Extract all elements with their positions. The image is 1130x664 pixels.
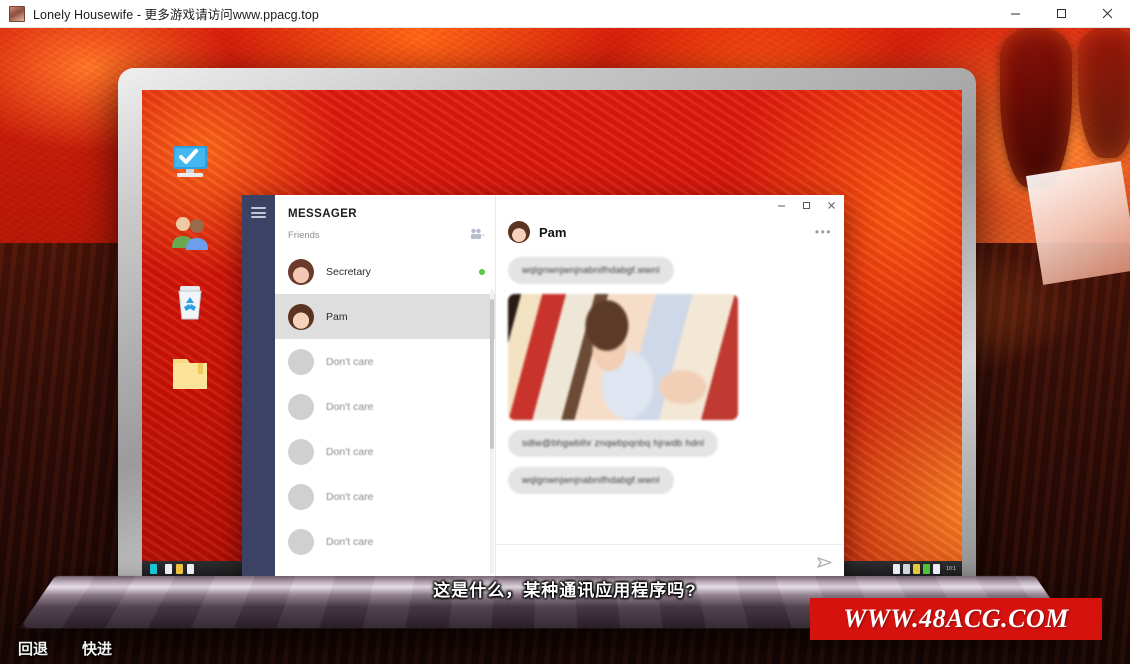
playback-controls: 回退 快进 (18, 638, 112, 659)
contacts-icon[interactable] (168, 210, 212, 254)
app-icon-3[interactable] (187, 564, 194, 574)
friends-label: Friends (288, 230, 320, 241)
watermark-text: WWW.48ACG.COM (843, 604, 1069, 633)
taskbar-clock: 10:1 (946, 566, 956, 572)
avatar (288, 348, 314, 375)
online-status-dot (479, 268, 485, 275)
contact-row-pam[interactable]: Pam (275, 294, 495, 339)
messenger-chat-panel: Pam ••• wqlgnwnjwnjnabnifhdabgf.wwnl sdl… (496, 195, 844, 576)
decor-hanging-b (1078, 28, 1130, 158)
messenger-close-button[interactable] (819, 195, 844, 215)
app-icon-2[interactable] (176, 564, 183, 574)
more-options-icon[interactable]: ••• (815, 225, 832, 239)
contact-name: Don't care (326, 535, 374, 548)
messenger-minimize-button[interactable] (769, 195, 794, 215)
messenger-brand-title: MESSAGER (288, 208, 358, 220)
messenger-nav-rail (242, 195, 275, 576)
add-friends-icon[interactable] (470, 228, 485, 243)
contact-row-placeholder[interactable]: Don't care (275, 429, 495, 474)
contact-name: Don't care (326, 355, 374, 368)
message-row: wqlgnwnjwnjnabnifhdabgf.wwnl (508, 257, 832, 294)
contact-row-placeholder[interactable]: Don't care (275, 339, 495, 384)
contact-name: Pam (326, 310, 348, 323)
contact-row-secretary[interactable]: Secretary (275, 249, 495, 294)
message-row: sdlw@bhgwblhr znqwbpqnbq hjrwdb hdnl (508, 430, 832, 467)
maximize-button[interactable] (1038, 0, 1084, 28)
taskbar-left-icons (142, 564, 194, 574)
contact-name: Don't care (326, 445, 374, 458)
tray-icon-4[interactable] (923, 564, 931, 574)
contact-name: Don't care (326, 490, 374, 503)
tray-icon-3[interactable] (913, 564, 921, 574)
message-bubble: wqlgnwnjwnjnabnifhdabgf.wwnl (508, 467, 674, 494)
window-controls (992, 0, 1130, 28)
avatar (288, 258, 314, 285)
decor-hanging-a (1000, 28, 1072, 188)
decor-panel (1025, 161, 1130, 285)
app-icon-1[interactable] (165, 564, 172, 574)
laptop-lid: MESSAGER Friends Secretary Pam Don't car… (118, 68, 976, 588)
rewind-button[interactable]: 回退 (18, 638, 48, 659)
contact-list[interactable]: Secretary Pam Don't care Don't care Don'… (275, 249, 495, 576)
chat-input-bar (496, 544, 844, 576)
close-button[interactable] (1084, 0, 1130, 28)
window-title: Lonely Housewife - 更多游戏请访问www.ppacg.top (33, 8, 319, 22)
tray-icon-2[interactable] (903, 564, 911, 574)
folder-icon[interactable] (168, 350, 212, 394)
avatar (288, 483, 314, 510)
avatar (288, 393, 314, 420)
laptop-screen: MESSAGER Friends Secretary Pam Don't car… (142, 90, 962, 576)
avatar (508, 221, 530, 243)
message-image-attachment[interactable] (508, 294, 738, 420)
avatar (288, 528, 314, 555)
game-scene: MESSAGER Friends Secretary Pam Don't car… (0, 28, 1130, 664)
hamburger-icon[interactable] (251, 207, 266, 218)
messenger-maximize-button[interactable] (794, 195, 819, 215)
taskbar-tray: 10:1 (893, 564, 962, 574)
avatar (288, 438, 314, 465)
chat-contact-name: Pam (539, 224, 567, 240)
tray-icon-1[interactable] (893, 564, 901, 574)
message-bubble: sdlw@bhgwblhr znqwbpqnbq hjrwdb hdnl (508, 430, 719, 457)
message-input[interactable] (508, 558, 817, 569)
chat-message-list: wqlgnwnjwnjnabnifhdabgf.wwnl sdlw@bhgwbl… (496, 253, 844, 544)
send-icon[interactable] (817, 556, 832, 572)
message-row (508, 294, 832, 420)
recycle-bin-icon[interactable] (168, 280, 212, 324)
minimize-button[interactable] (992, 0, 1038, 28)
messenger-sidebar: MESSAGER Friends Secretary Pam Don't car… (275, 195, 496, 576)
messenger-window[interactable]: MESSAGER Friends Secretary Pam Don't car… (242, 195, 844, 576)
tray-icon-5[interactable] (933, 564, 941, 574)
start-icon[interactable] (150, 564, 157, 574)
watermark-banner: WWW.48ACG.COM (810, 598, 1102, 640)
avatar (288, 303, 314, 330)
fast-forward-button[interactable]: 快进 (82, 638, 112, 659)
contact-row-placeholder[interactable]: Don't care (275, 384, 495, 429)
contact-row-placeholder[interactable]: Don't care (275, 474, 495, 519)
window-titlebar: Lonely Housewife - 更多游戏请访问www.ppacg.top (0, 0, 1130, 28)
message-row: wqlgnwnjwnjnabnifhdabgf.wwnl (508, 467, 832, 504)
contact-list-scrollbar[interactable] (490, 289, 494, 574)
contact-name: Secretary (326, 265, 371, 278)
friends-header: Friends (275, 220, 495, 249)
contact-row-placeholder[interactable]: Don't care (275, 519, 495, 564)
messenger-window-controls (769, 195, 844, 215)
contact-name: Don't care (326, 400, 374, 413)
my-computer-icon[interactable] (168, 140, 212, 184)
message-bubble: wqlgnwnjwnjnabnifhdabgf.wwnl (508, 257, 674, 284)
desktop-icons (168, 140, 212, 394)
app-icon (9, 5, 25, 22)
